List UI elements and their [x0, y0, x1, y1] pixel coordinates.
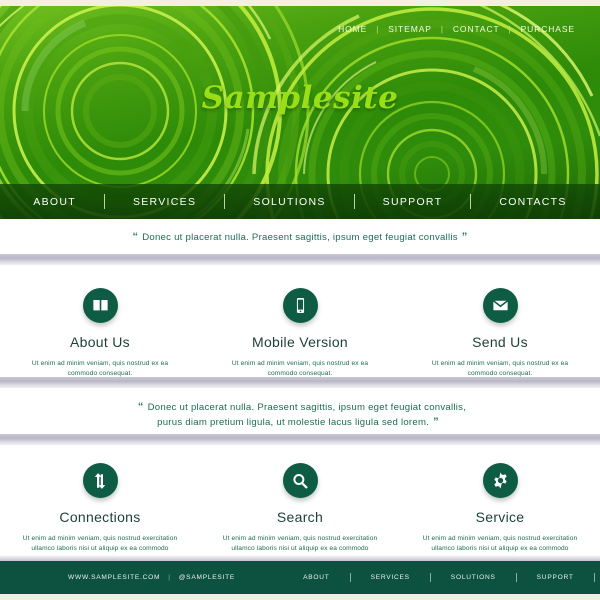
- features-top-columns: About Us Ut enim ad minim veniam, quis n…: [0, 288, 600, 378]
- quote-close-mark: ”: [433, 416, 439, 428]
- ribbon-shadow-strip: [0, 254, 600, 265]
- footer-nav-contacts[interactable]: CONTACTS: [595, 574, 600, 581]
- footer-contact-info: WWW.SAMPLESITE.COM | @SAMPLESITE: [0, 574, 235, 581]
- nav-item-contacts[interactable]: CONTACTS: [471, 196, 594, 208]
- footer-nav-divider: [593, 573, 595, 582]
- top-nav-contact[interactable]: CONTACT: [444, 24, 509, 34]
- quote-close-mark: ”: [461, 231, 468, 243]
- features-bottom-columns: Connections Ut enim ad minim veniam, qui…: [0, 463, 600, 563]
- feature-body: Ut enim ad minim veniam, quis nostrud ex…: [231, 360, 369, 377]
- feature-card-connections[interactable]: Connections Ut enim ad minim veniam, qui…: [0, 463, 200, 563]
- feature-title: Service: [475, 509, 525, 525]
- nav-item-services[interactable]: SERVICES: [105, 196, 224, 208]
- feature-card-about-us[interactable]: About Us Ut enim ad minim veniam, quis n…: [0, 288, 200, 378]
- top-nav-sitemap[interactable]: SITEMAP: [379, 24, 441, 34]
- nav-divider: [470, 194, 472, 209]
- nav-item-about[interactable]: ABOUT: [5, 196, 104, 208]
- footer-social-handle[interactable]: @SAMPLESITE: [179, 574, 235, 581]
- transfer-arrows-icon: [82, 463, 118, 498]
- footer-navigation[interactable]: ABOUT SERVICES SOLUTIONS SUPPORT CONTACT…: [283, 573, 600, 582]
- search-icon: [282, 463, 318, 498]
- top-nav-purchase[interactable]: PURCHASE: [512, 24, 584, 34]
- feature-card-service[interactable]: Service Ut enim ad minim veniam, quis no…: [400, 463, 600, 563]
- quote-band-two: “Donec ut placerat nulla. Praesent sagit…: [0, 388, 600, 434]
- ribbon-shadow-strip: [0, 377, 600, 388]
- quote-two-text: “Donec ut placerat nulla. Praesent sagit…: [0, 388, 600, 430]
- nav-divider: [224, 194, 226, 209]
- feature-title: Connections: [59, 509, 141, 525]
- website-template-mockup: HOME | SITEMAP | CONTACT | PURCHASE Samp…: [0, 0, 600, 600]
- mobile-phone-icon: [282, 288, 318, 323]
- quote-open-mark: “: [137, 401, 144, 413]
- quote-open-mark: “: [132, 231, 139, 243]
- feature-body: Ut enim ad minim veniam, quis nostrud ex…: [431, 360, 569, 377]
- nav-divider: [353, 194, 355, 209]
- feature-card-send-us[interactable]: Send Us Ut enim ad minim veniam, quis no…: [400, 288, 600, 378]
- footer-separator: |: [168, 574, 171, 581]
- footer-nav-about[interactable]: ABOUT: [283, 574, 349, 581]
- site-logo[interactable]: Samplesite: [0, 80, 600, 116]
- site-footer: WWW.SAMPLESITE.COM | @SAMPLESITE ABOUT S…: [0, 561, 600, 594]
- quote-two-line-one: Donec ut placerat nulla. Praesent sagitt…: [147, 402, 467, 413]
- gear-icon: [482, 463, 518, 498]
- nav-item-support[interactable]: SUPPORT: [355, 196, 471, 208]
- footer-nav-solutions[interactable]: SOLUTIONS: [431, 574, 516, 581]
- top-nav-home[interactable]: HOME: [329, 24, 376, 34]
- footer-nav-services[interactable]: SERVICES: [351, 574, 430, 581]
- feature-title: About Us: [70, 334, 130, 350]
- footer-nav-divider: [429, 573, 431, 582]
- header-top-navigation[interactable]: HOME | SITEMAP | CONTACT | PURCHASE: [329, 24, 584, 34]
- footer-nav-divider: [515, 573, 517, 582]
- feature-title: Mobile Version: [251, 334, 349, 350]
- feature-card-search[interactable]: Search Ut enim ad minim veniam, quis nos…: [200, 463, 400, 563]
- feature-title: Search: [276, 509, 324, 525]
- main-navigation-bar[interactable]: ABOUT SERVICES SOLUTIONS SUPPORT CONTACT…: [0, 184, 600, 219]
- book-icon: [82, 288, 118, 323]
- quote-one-text: “Donec ut placerat nulla. Praesent sagit…: [0, 219, 600, 245]
- quote-one-line: Donec ut placerat nulla. Praesent sagitt…: [142, 232, 458, 243]
- nav-divider: [103, 194, 105, 209]
- feature-card-mobile-version[interactable]: Mobile Version Ut enim ad minim veniam, …: [200, 288, 400, 378]
- quote-two-line-two: purus diam pretium ligula, ut molestie l…: [157, 417, 430, 428]
- nav-item-solutions[interactable]: SOLUTIONS: [225, 196, 353, 208]
- footer-nav-support[interactable]: SUPPORT: [517, 574, 594, 581]
- quote-band-one: “Donec ut placerat nulla. Praesent sagit…: [0, 219, 600, 254]
- feature-title: Send Us: [472, 334, 528, 350]
- ribbon-shadow-strip: [0, 434, 600, 445]
- envelope-icon: [482, 288, 518, 323]
- footer-nav-divider: [349, 573, 351, 582]
- feature-body: Ut enim ad minim veniam, quis nostrud ex…: [31, 360, 169, 377]
- footer-website-link[interactable]: WWW.SAMPLESITE.COM: [68, 574, 160, 581]
